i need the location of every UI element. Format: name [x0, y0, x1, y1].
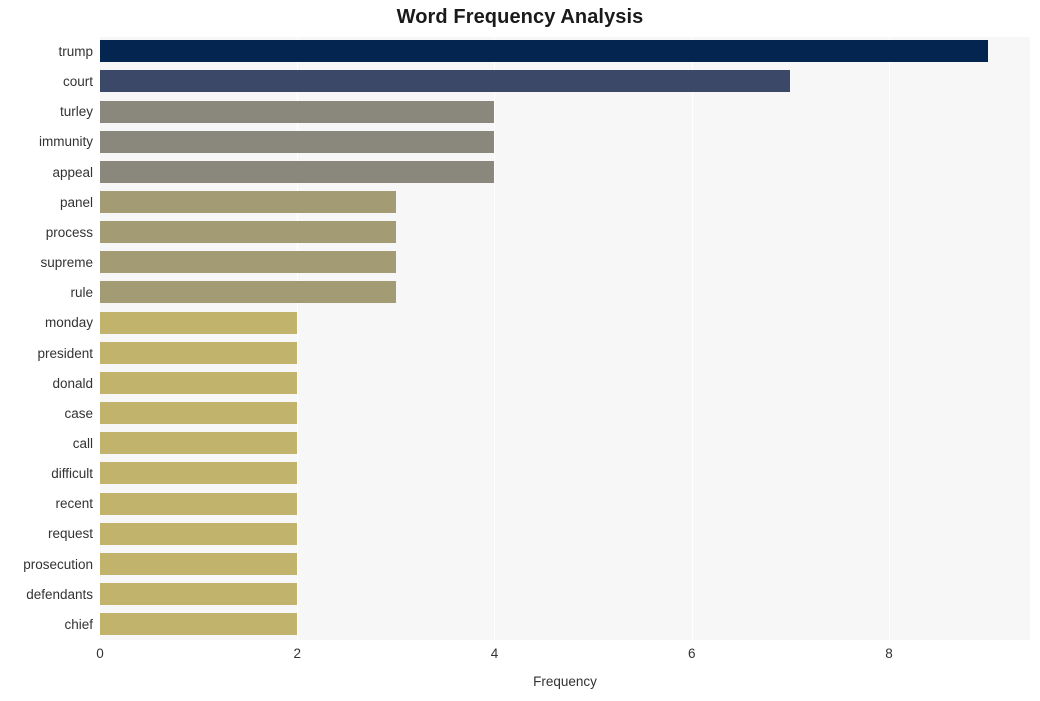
bar-difficult[interactable] — [100, 462, 298, 485]
chart-figure: Word Frequency Analysis trump court turley… — [0, 0, 1040, 701]
bar-turley[interactable] — [100, 100, 495, 123]
y-tick-label-court: court — [62, 74, 93, 90]
bar-row[interactable] — [100, 158, 1030, 188]
bar-row[interactable] — [100, 580, 1030, 610]
bar-row[interactable] — [100, 67, 1030, 97]
bar-row[interactable] — [100, 459, 1030, 489]
y-tick-label-process: process — [45, 224, 93, 240]
bars-layer — [100, 37, 1030, 640]
y-tick-label-supreme: supreme — [40, 255, 93, 271]
bar-president[interactable] — [100, 341, 298, 364]
bar-row[interactable] — [100, 218, 1030, 248]
bar-row[interactable] — [100, 429, 1030, 459]
y-tick-label-immunity: immunity — [38, 134, 93, 150]
bar-row[interactable] — [100, 519, 1030, 549]
bar-row[interactable] — [100, 308, 1030, 338]
y-tick-label-case: case — [64, 405, 93, 421]
bar-row[interactable] — [100, 369, 1030, 399]
bar-row[interactable] — [100, 188, 1030, 218]
bar-immunity[interactable] — [100, 130, 495, 153]
x-tick-label-0: 0 — [96, 646, 104, 661]
bar-row[interactable] — [100, 550, 1030, 580]
bar-row[interactable] — [100, 37, 1030, 67]
bar-row[interactable] — [100, 399, 1030, 429]
bar-monday[interactable] — [100, 311, 298, 334]
bar-row[interactable] — [100, 97, 1030, 127]
x-axis-title: Frequency — [533, 674, 597, 689]
x-axis-ticks: 0 2 4 6 8 — [96, 640, 1030, 670]
bar-row[interactable] — [100, 610, 1030, 640]
chart-title: Word Frequency Analysis — [396, 6, 644, 28]
bar-request[interactable] — [100, 522, 298, 545]
bar-case[interactable] — [100, 402, 298, 425]
bar-panel[interactable] — [100, 191, 396, 214]
bar-call[interactable] — [100, 432, 298, 455]
y-tick-label-difficult: difficult — [51, 466, 93, 482]
bar-recent[interactable] — [100, 492, 298, 515]
bar-trump[interactable] — [100, 40, 988, 63]
bar-donald[interactable] — [100, 371, 298, 394]
bar-chief[interactable] — [100, 613, 298, 636]
y-tick-label-defendants: defendants — [26, 586, 93, 602]
y-tick-label-rule: rule — [70, 285, 93, 301]
x-tick-label-6: 6 — [687, 646, 696, 661]
x-tick-label-2: 2 — [293, 646, 301, 661]
plot-area — [100, 37, 1030, 640]
bar-supreme[interactable] — [100, 251, 396, 274]
bar-court[interactable] — [100, 70, 791, 93]
bar-row[interactable] — [100, 248, 1030, 278]
y-tick-label-monday: monday — [44, 315, 93, 331]
bar-prosecution[interactable] — [100, 552, 298, 575]
x-tick-label-8: 8 — [885, 646, 893, 661]
y-tick-label-trump: trump — [58, 44, 93, 59]
y-tick-label-chief: chief — [64, 616, 93, 632]
bar-row[interactable] — [100, 339, 1030, 369]
y-tick-label-call: call — [72, 435, 93, 451]
bar-process[interactable] — [100, 221, 396, 244]
bar-appeal[interactable] — [100, 160, 495, 183]
bar-defendants[interactable] — [100, 582, 298, 605]
x-tick-label-4: 4 — [490, 646, 499, 661]
y-tick-label-appeal: appeal — [52, 164, 93, 180]
bar-row[interactable] — [100, 127, 1030, 157]
y-tick-label-request: request — [47, 526, 93, 542]
bar-rule[interactable] — [100, 281, 396, 304]
bar-row[interactable] — [100, 489, 1030, 519]
y-tick-label-turley: turley — [59, 104, 93, 120]
y-tick-label-panel: panel — [59, 194, 93, 210]
y-tick-label-president: president — [37, 345, 93, 361]
y-tick-label-donald: donald — [52, 375, 93, 391]
y-tick-label-prosecution: prosecution — [23, 556, 93, 572]
y-axis-labels: trump court turley immunity appeal panel proce… — [0, 37, 93, 640]
bar-row[interactable] — [100, 278, 1030, 308]
y-tick-label-recent: recent — [55, 496, 93, 512]
